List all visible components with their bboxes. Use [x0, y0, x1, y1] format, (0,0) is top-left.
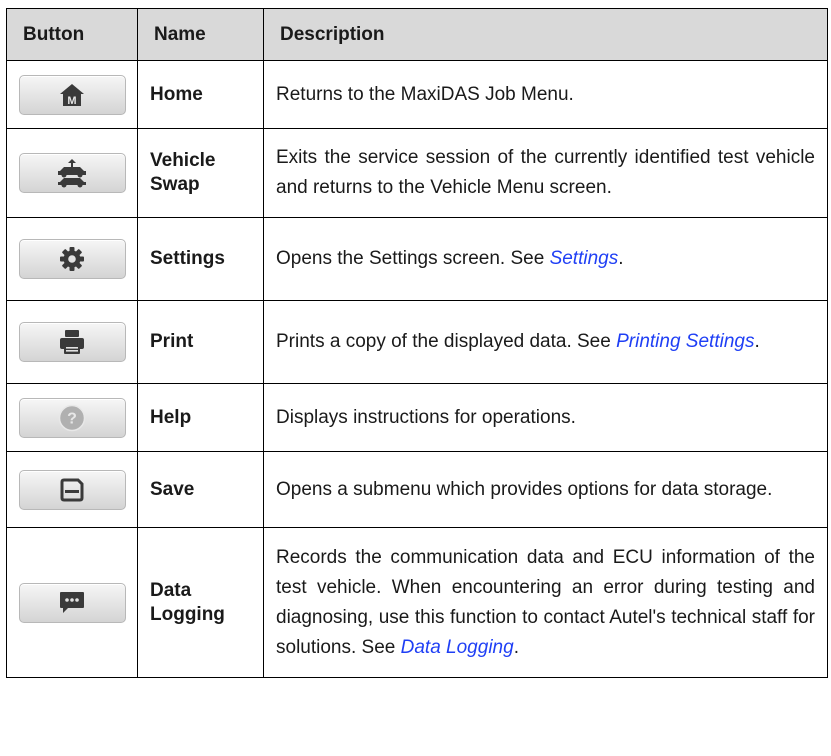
button-cell	[6, 128, 138, 218]
home-m-icon: M	[60, 83, 84, 107]
data-logging-link[interactable]: Data Logging	[401, 637, 514, 658]
help-button[interactable]: ?	[18, 397, 126, 438]
name-print: Print	[137, 300, 264, 384]
cropped-text-strip	[0, 0, 831, 8]
home-button[interactable]: M	[18, 74, 126, 115]
table-header-row: Button Name Description	[6, 8, 828, 61]
button-cell: M	[6, 60, 138, 129]
header-button: Button	[6, 8, 138, 61]
vehicle-swap-icon	[58, 159, 86, 188]
button-cell	[6, 300, 138, 384]
svg-text:?: ?	[67, 410, 77, 427]
save-button[interactable]	[18, 469, 126, 510]
header-description: Description	[263, 8, 828, 61]
settings-link[interactable]: Settings	[550, 248, 619, 269]
name-save: Save	[137, 451, 264, 528]
settings-button[interactable]	[18, 239, 126, 279]
table-row: Vehicle Swap Exits the service session o…	[6, 128, 828, 218]
save-icon	[60, 478, 84, 501]
help-question-icon: ?	[58, 404, 86, 431]
gear-icon	[60, 247, 84, 271]
table-row: M Home Returns to the MaxiDAS Job Menu.	[6, 60, 828, 129]
table-row: Save Opens a submenu which provides opti…	[6, 451, 828, 528]
name-settings: Settings	[137, 217, 264, 301]
svg-text:M: M	[67, 95, 76, 107]
data-logging-button[interactable]	[18, 582, 126, 623]
printing-settings-link[interactable]: Printing Settings	[616, 331, 754, 352]
button-cell	[6, 217, 138, 301]
printer-icon	[60, 330, 84, 354]
button-cell: ?	[6, 383, 138, 452]
desc-save: Opens a submenu which provides options f…	[263, 451, 828, 528]
chat-message-icon	[60, 591, 84, 613]
button-cell	[6, 527, 138, 678]
name-data-logging: Data Logging	[137, 527, 264, 678]
desc-settings: Opens the Settings screen. See Settings.	[263, 217, 828, 301]
header-name: Name	[137, 8, 264, 61]
table-row: Settings Opens the Settings screen. See …	[6, 217, 828, 301]
desc-help: Displays instructions for operations.	[263, 383, 828, 452]
vehicle-swap-button[interactable]	[18, 153, 126, 193]
table-row: Data Logging Records the communication d…	[6, 527, 828, 678]
desc-vehicle-swap: Exits the service session of the current…	[263, 128, 828, 218]
desc-data-logging: Records the communication data and ECU i…	[263, 527, 828, 678]
name-home: Home	[137, 60, 264, 129]
toolbar-buttons-table: Button Name Description M Home Returns t…	[6, 8, 828, 678]
desc-home: Returns to the MaxiDAS Job Menu.	[263, 60, 828, 129]
table-row: Print Prints a copy of the displayed dat…	[6, 300, 828, 384]
name-vehicle-swap: Vehicle Swap	[137, 128, 264, 218]
desc-print: Prints a copy of the displayed data. See…	[263, 300, 828, 384]
table-row: ? Help Displays instructions for operati…	[6, 383, 828, 452]
print-button[interactable]	[18, 322, 126, 362]
button-cell	[6, 451, 138, 528]
name-help: Help	[137, 383, 264, 452]
